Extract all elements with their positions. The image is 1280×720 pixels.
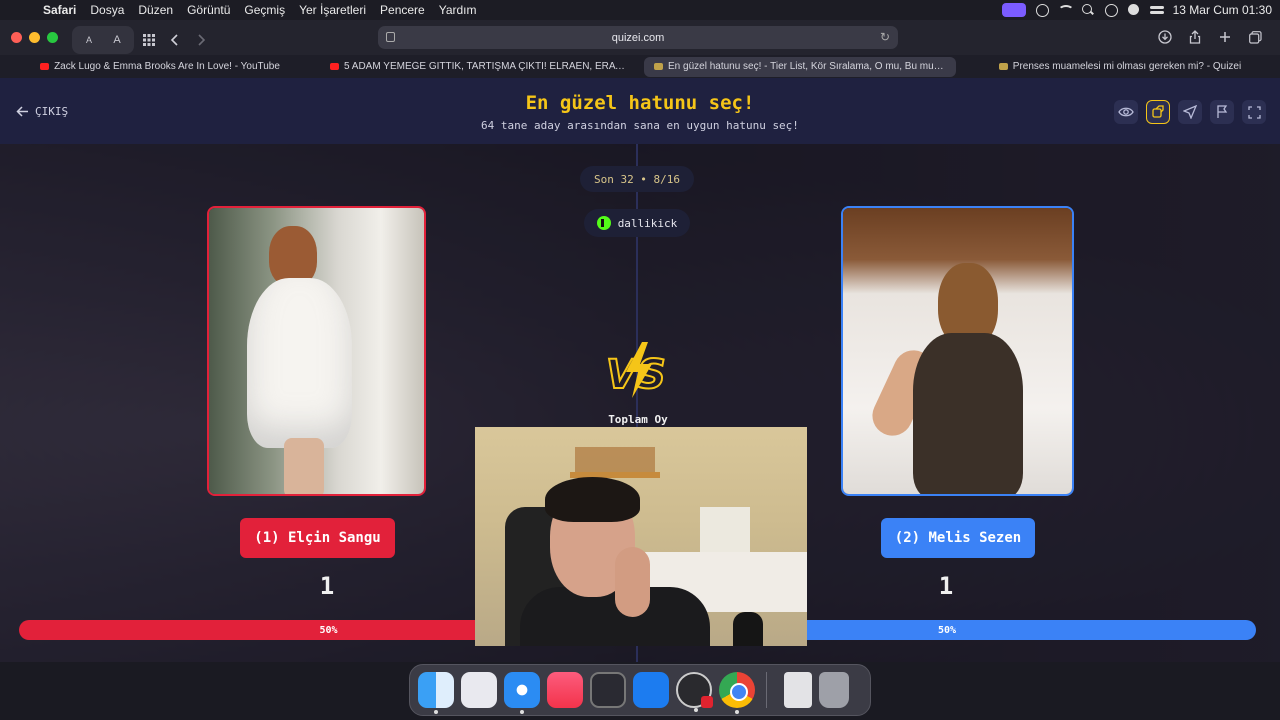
- total-votes-label: Toplam Oy: [608, 413, 668, 426]
- menu-dosya[interactable]: Dosya: [83, 3, 131, 17]
- menu-duzen[interactable]: Düzen: [131, 3, 180, 17]
- instruments-icon[interactable]: [590, 672, 626, 708]
- page-subtitle: 64 tane aday arasından sana en uygun hat…: [481, 119, 799, 132]
- candidate-card-right[interactable]: [841, 206, 1074, 496]
- candidate-name-left-button[interactable]: (1) Elçin Sangu: [240, 518, 395, 558]
- document-icon[interactable]: [784, 672, 812, 708]
- menu-pencere[interactable]: Pencere: [373, 3, 432, 17]
- menu-goruntu[interactable]: Görüntü: [180, 3, 237, 17]
- round-indicator: Son 32 • 8/16: [580, 166, 694, 192]
- address-url: quizei.com: [611, 31, 665, 44]
- vs-lightning-icon: VS: [605, 342, 667, 399]
- reload-icon[interactable]: ↻: [880, 30, 890, 44]
- close-window-button[interactable]: [11, 32, 22, 43]
- menu-yer-isaretleri[interactable]: Yer İşaretleri: [292, 3, 373, 17]
- tab-label: En güzel hatunu seç! - Tier List, Kör Sı…: [668, 61, 946, 72]
- text-larger-button[interactable]: A: [106, 29, 128, 51]
- microphone-icon: [733, 612, 763, 646]
- vote-count-left: 1: [319, 572, 335, 600]
- tab-quizei-2[interactable]: Prenses muamelesi mi olması gereken mi? …: [960, 57, 1280, 77]
- tab-youtube-2[interactable]: 5 ADAM YEMEĞE GİTTİK, TARTIŞMA ÇIKTI! EL…: [320, 57, 640, 77]
- dock: [409, 664, 871, 716]
- music-icon[interactable]: [547, 672, 583, 708]
- quiz-header: ÇIKIŞ En güzel hatunu seç! 64 tane aday …: [0, 78, 1280, 144]
- candidate-name-right-button[interactable]: (2) Melis Sezen: [881, 518, 1035, 558]
- finder-icon[interactable]: [418, 672, 454, 714]
- text-smaller-button[interactable]: A: [78, 29, 100, 51]
- screen-mirroring-icon[interactable]: [1001, 3, 1026, 17]
- menubar-clock[interactable]: 13 Mar Cum 01:30: [1173, 3, 1272, 17]
- tab-overview-right-icon[interactable]: [1244, 26, 1266, 48]
- chrome-icon[interactable]: [719, 672, 755, 714]
- dock-separator: [766, 672, 767, 708]
- menu-app-safari[interactable]: Safari: [36, 3, 83, 17]
- now-playing-icon[interactable]: [1104, 4, 1118, 17]
- kick-icon: [596, 216, 611, 230]
- streamer-badge: dallikick: [584, 209, 690, 237]
- quizei-icon: [998, 63, 1008, 70]
- tab-label: Prenses muamelesi mi olması gereken mi? …: [1012, 61, 1242, 72]
- xcode-icon[interactable]: [633, 672, 669, 708]
- control-center-icon[interactable]: [1149, 4, 1164, 16]
- tab-label: 5 ADAM YEMEĞE GİTTİK, TARTIŞMA ÇIKTI! EL…: [344, 61, 630, 72]
- back-icon[interactable]: [164, 29, 186, 51]
- page-menu-icon[interactable]: [386, 32, 395, 42]
- candidate-photo-left: [209, 208, 424, 494]
- downloads-icon[interactable]: [1154, 26, 1176, 48]
- tab-overview-icon[interactable]: [138, 29, 160, 51]
- streamer-name: dallikick: [617, 216, 678, 230]
- quizei-icon: [654, 63, 663, 70]
- minimize-window-button[interactable]: [29, 32, 40, 43]
- tab-quizei-active[interactable]: En güzel hatunu seç! - Tier List, Kör Sı…: [644, 56, 956, 77]
- status-icon[interactable]: [1035, 4, 1049, 17]
- new-tab-icon[interactable]: [1214, 26, 1236, 48]
- safari-toolbar: A A quizei.com ↻: [0, 20, 1280, 55]
- eye-icon[interactable]: [1114, 100, 1138, 124]
- candidate-photo-right: [843, 208, 1072, 494]
- youtube-icon: [40, 63, 50, 70]
- spotlight-icon[interactable]: [1081, 4, 1095, 16]
- youtube-icon: [330, 63, 339, 70]
- dice-icon[interactable]: [1146, 100, 1170, 124]
- address-bar[interactable]: quizei.com ↻: [378, 26, 898, 49]
- wifi-icon[interactable]: [1057, 4, 1074, 16]
- obs-icon[interactable]: [676, 672, 713, 712]
- tab-label: Zack Lugo & Emma Brooks Are In Love! - Y…: [54, 61, 280, 72]
- fullscreen-icon[interactable]: [1242, 100, 1266, 124]
- menu-gecmis[interactable]: Geçmiş: [237, 3, 292, 17]
- share-icon[interactable]: [1184, 26, 1206, 48]
- safari-icon[interactable]: [504, 672, 540, 714]
- zoom-window-button[interactable]: [47, 32, 58, 43]
- launchpad-icon[interactable]: [461, 672, 497, 708]
- text-size-control: A A: [72, 26, 134, 54]
- candidate-card-left[interactable]: [207, 206, 426, 496]
- forward-icon[interactable]: [190, 29, 212, 51]
- recording-icon[interactable]: [1127, 4, 1141, 16]
- vote-count-right: 1: [938, 572, 954, 600]
- trash-icon[interactable]: [819, 672, 849, 708]
- send-icon[interactable]: [1178, 100, 1202, 124]
- flag-icon[interactable]: [1210, 100, 1234, 124]
- page-title: En güzel hatunu seç!: [525, 92, 755, 114]
- tab-strip: Zack Lugo & Emma Brooks Are In Love! - Y…: [0, 55, 1280, 78]
- tab-youtube-1[interactable]: Zack Lugo & Emma Brooks Are In Love! - Y…: [0, 57, 320, 77]
- window-controls: [11, 32, 58, 43]
- menu-yardim[interactable]: Yardım: [432, 3, 484, 17]
- quiz-actions: [1114, 100, 1266, 124]
- webcam-overlay: [475, 427, 807, 646]
- menubar: Safari Dosya Düzen Görüntü Geçmiş Yer İş…: [0, 0, 1280, 20]
